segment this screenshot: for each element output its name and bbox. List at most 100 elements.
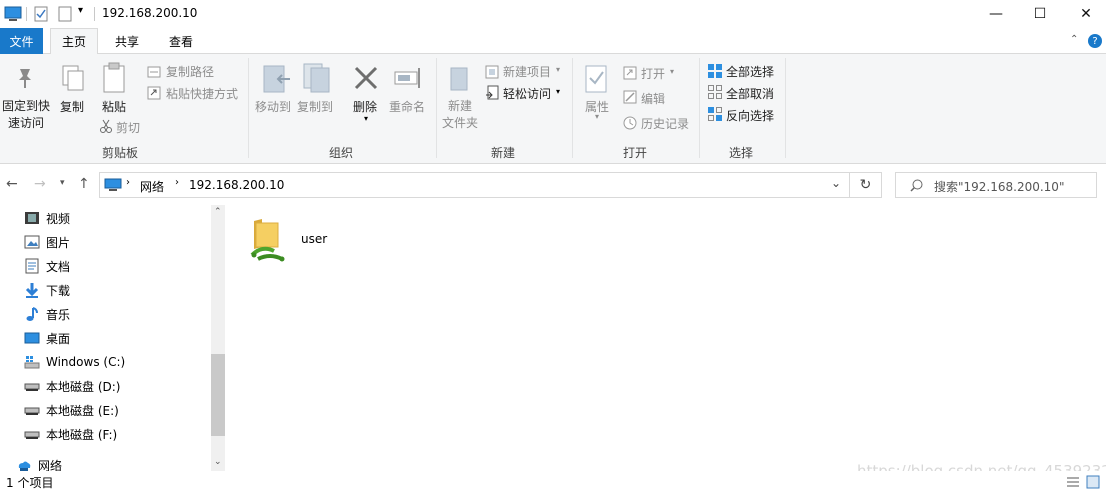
pictures-icon <box>24 235 40 249</box>
copy-to-button[interactable]: 复制到 <box>297 98 333 115</box>
nav-scrollbar[interactable]: ⌃ ⌄ <box>211 205 225 471</box>
new-item-button[interactable]: 新建项目 <box>503 63 551 80</box>
delete-dropdown-icon[interactable]: ▾ <box>364 114 368 123</box>
nav-item-drive-c[interactable]: Windows (C:) <box>24 351 125 373</box>
nav-item-downloads[interactable]: 下载 <box>24 279 70 301</box>
pin-label-1: 固定到快 <box>2 99 51 113</box>
computer-icon[interactable] <box>4 6 22 22</box>
easy-access-dropdown-icon[interactable]: ▾ <box>556 87 560 96</box>
select-none-button[interactable]: 全部取消 <box>726 85 774 102</box>
paste-button[interactable]: 粘贴 <box>102 98 126 115</box>
address-dropdown-icon[interactable]: ⌄ <box>831 176 841 190</box>
pin-icon <box>19 69 31 88</box>
copy-path-button[interactable]: 复制路径 <box>166 63 214 80</box>
customize-quick-access-icon[interactable]: ▾ <box>78 5 83 16</box>
file-list: user <box>228 205 1106 471</box>
cut-button[interactable]: 剪切 <box>116 119 140 136</box>
scrollbar-thumb[interactable] <box>211 354 225 436</box>
copy-button[interactable]: 复制 <box>60 98 84 115</box>
tab-share[interactable]: 共享 <box>106 28 148 54</box>
breadcrumb-host[interactable]: 192.168.200.10 <box>189 178 284 192</box>
ribbon-tabs: 文件 主页 共享 查看 ⌃ ? <box>0 28 1106 55</box>
video-icon <box>25 212 39 224</box>
nav-label: 图片 <box>46 235 71 250</box>
scroll-down-icon[interactable]: ⌄ <box>214 457 222 467</box>
status-bar: 1 个项目 <box>0 471 1106 491</box>
tab-view[interactable]: 查看 <box>160 28 202 54</box>
breadcrumb-network[interactable]: 网络 <box>140 178 164 195</box>
new-group-label: 新建 <box>491 146 516 160</box>
nav-item-videos[interactable]: 视频 <box>24 207 70 229</box>
nav-label: Windows (C:) <box>46 355 126 369</box>
network-computer-icon <box>104 178 122 191</box>
open-group-label: 打开 <box>623 146 648 160</box>
collapse-ribbon-icon[interactable]: ⌃ <box>1070 34 1078 45</box>
invert-selection-icon <box>708 107 722 121</box>
details-view-icon[interactable] <box>1066 476 1080 488</box>
search-input[interactable]: 搜索"192.168.200.10" <box>895 172 1097 198</box>
history-icon <box>623 116 637 130</box>
edit-button[interactable]: 编辑 <box>641 90 665 107</box>
new-folder-quick-icon[interactable] <box>58 6 72 22</box>
drive-icon <box>24 383 40 391</box>
paste-shortcut-icon <box>147 86 161 100</box>
up-icon[interactable]: ↑ <box>78 176 90 192</box>
select-group-label: 选择 <box>729 146 754 160</box>
new-item-dropdown-icon[interactable]: ▾ <box>556 65 560 74</box>
rename-button[interactable]: 重命名 <box>389 98 425 115</box>
properties-dropdown-icon[interactable]: ▾ <box>595 112 599 121</box>
address-bar[interactable]: › 网络 › 192.168.200.10 ⌄ <box>99 172 850 198</box>
nav-item-drive-d[interactable]: 本地磁盘 (D:) <box>24 375 120 397</box>
nav-item-pictures[interactable]: 图片 <box>24 231 70 253</box>
new-folder-label-1: 新建 <box>447 99 472 113</box>
tab-file[interactable]: 文件 <box>0 28 43 54</box>
copy-to-icon <box>303 63 330 93</box>
minimize-button[interactable]: — <box>973 0 1019 28</box>
nav-item-drive-f[interactable]: 本地磁盘 (F:) <box>24 423 117 445</box>
close-button[interactable]: ✕ <box>1063 0 1106 28</box>
pin-to-quick-access-button[interactable]: 固定到快 速访问 <box>2 98 50 132</box>
nav-label: 桌面 <box>46 331 71 346</box>
scroll-up-icon[interactable]: ⌃ <box>214 207 222 217</box>
nav-label: 文档 <box>46 259 71 274</box>
new-folder-icon <box>450 67 468 91</box>
large-icons-view-icon[interactable] <box>1086 475 1100 489</box>
new-folder-button[interactable]: 新建 文件夹 <box>442 98 478 132</box>
back-icon[interactable]: ← <box>6 176 18 192</box>
paste-shortcut-button[interactable]: 粘贴快捷方式 <box>166 85 238 102</box>
nav-item-drive-e[interactable]: 本地磁盘 (E:) <box>24 399 119 421</box>
move-to-button[interactable]: 移动到 <box>255 98 291 115</box>
move-to-icon <box>263 65 290 93</box>
refresh-button[interactable]: ↻ <box>850 172 882 198</box>
rename-icon <box>394 68 420 88</box>
delete-button[interactable]: 删除 <box>353 98 377 115</box>
breadcrumb-chevron-icon: › <box>126 177 130 188</box>
drive-icon <box>24 407 40 415</box>
nav-label: 本地磁盘 (D:) <box>46 379 121 394</box>
window-title: 192.168.200.10 <box>102 6 198 20</box>
maximize-button[interactable]: ☐ <box>1017 0 1063 28</box>
forward-icon[interactable]: → <box>34 176 46 192</box>
title-bar: ▾ 192.168.200.10 — ☐ ✕ <box>0 0 1106 28</box>
tab-home[interactable]: 主页 <box>50 28 98 55</box>
nav-item-documents[interactable]: 文档 <box>24 255 70 277</box>
invert-selection-button[interactable]: 反向选择 <box>726 107 774 124</box>
easy-access-icon <box>486 85 499 100</box>
nav-item-music[interactable]: 音乐 <box>24 303 70 325</box>
open-icon <box>623 66 637 80</box>
easy-access-button[interactable]: 轻松访问 <box>503 85 551 102</box>
select-all-button[interactable]: 全部选择 <box>726 63 774 80</box>
open-dropdown-icon[interactable]: ▾ <box>670 67 674 76</box>
copy-path-icon <box>147 66 161 78</box>
help-icon[interactable]: ? <box>1088 34 1102 48</box>
history-button[interactable]: 历史记录 <box>641 115 689 132</box>
properties-check-icon[interactable] <box>34 6 48 22</box>
breadcrumb-chevron-icon: › <box>175 177 179 188</box>
recent-locations-icon[interactable]: ▾ <box>60 178 65 188</box>
open-button[interactable]: 打开 <box>641 65 665 82</box>
clipboard-group-label: 剪贴板 <box>102 146 139 160</box>
file-item-user[interactable]: user <box>248 215 348 265</box>
new-folder-label-2: 文件夹 <box>442 116 479 130</box>
documents-icon <box>25 258 39 274</box>
nav-item-desktop[interactable]: 桌面 <box>24 327 70 349</box>
